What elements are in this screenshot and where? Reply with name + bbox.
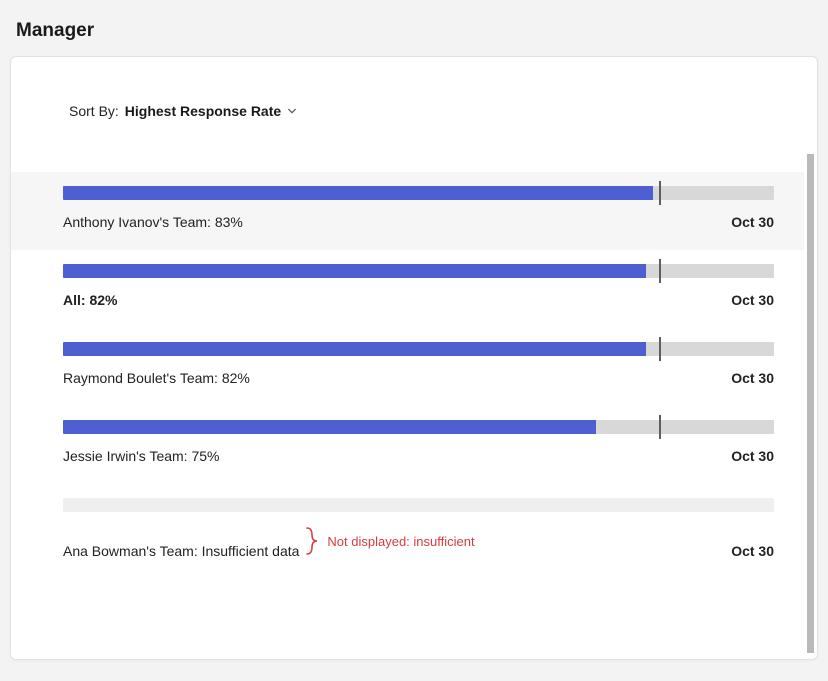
row-label-wrap: Ana Bowman's Team: Insufficient data Not …	[63, 526, 475, 559]
row-label-wrap: All: 82%	[63, 292, 117, 308]
reference-marker	[659, 337, 661, 361]
team-list: Anthony Ivanov's Team: 83%Oct 30All: 82%…	[11, 150, 804, 659]
row-meta: Raymond Boulet's Team: 82% Oct 30	[63, 370, 774, 386]
row-date: Oct 30	[731, 370, 774, 386]
response-bar	[63, 342, 774, 356]
team-label: Jessie Irwin's Team: 75%	[63, 448, 219, 464]
team-label: Anthony Ivanov's Team: 83%	[63, 214, 243, 230]
response-bar	[63, 498, 774, 512]
row-meta: Anthony Ivanov's Team: 83% Oct 30	[63, 214, 774, 230]
response-bar-fill	[63, 342, 646, 356]
team-row[interactable]: Jessie Irwin's Team: 75% Oct 30	[11, 406, 804, 484]
row-date: Oct 30	[731, 543, 774, 559]
manager-response-card: Sort By: Highest Response Rate Anthony I…	[10, 56, 818, 660]
team-row[interactable]: Anthony Ivanov's Team: 83% Oct 30	[11, 172, 804, 250]
card-header: Sort By: Highest Response Rate	[11, 57, 817, 150]
reference-marker	[659, 259, 661, 283]
team-row[interactable]: Ana Bowman's Team: Insufficient data Not …	[11, 484, 804, 579]
scrollbar-thumb[interactable]	[807, 154, 814, 653]
response-bar	[63, 264, 774, 278]
insufficient-annotation: Not displayed: insufficient	[305, 526, 474, 556]
response-bar-fill	[63, 186, 653, 200]
response-bar	[63, 186, 774, 200]
team-label: All: 82%	[63, 292, 117, 308]
scrollbar[interactable]	[804, 150, 817, 659]
reference-marker	[659, 181, 661, 205]
row-date: Oct 30	[731, 292, 774, 308]
row-meta: All: 82% Oct 30	[63, 292, 774, 308]
sort-selected-value: Highest Response Rate	[125, 103, 281, 119]
row-meta: Jessie Irwin's Team: 75% Oct 30	[63, 448, 774, 464]
row-label-wrap: Anthony Ivanov's Team: 83%	[63, 214, 243, 230]
chevron-down-icon	[287, 106, 297, 116]
team-label: Ana Bowman's Team: Insufficient data	[63, 543, 299, 559]
team-row[interactable]: All: 82% Oct 30	[11, 250, 804, 328]
response-bar-fill	[63, 420, 596, 434]
insufficient-annotation-text: Not displayed: insufficient	[327, 534, 474, 549]
reference-marker	[659, 415, 661, 439]
team-label: Raymond Boulet's Team: 82%	[63, 370, 250, 386]
row-date: Oct 30	[731, 448, 774, 464]
row-label-wrap: Raymond Boulet's Team: 82%	[63, 370, 250, 386]
page-title: Manager	[16, 20, 818, 42]
sort-control: Sort By: Highest Response Rate	[69, 103, 807, 119]
sort-dropdown[interactable]: Highest Response Rate	[125, 103, 297, 119]
brace-icon	[305, 526, 319, 556]
team-row[interactable]: Raymond Boulet's Team: 82% Oct 30	[11, 328, 804, 406]
row-label-wrap: Jessie Irwin's Team: 75%	[63, 448, 219, 464]
row-meta: Ana Bowman's Team: Insufficient data Not …	[63, 526, 774, 559]
row-date: Oct 30	[731, 214, 774, 230]
sort-by-label: Sort By:	[69, 103, 119, 119]
response-bar-fill	[63, 264, 646, 278]
response-bar	[63, 420, 774, 434]
